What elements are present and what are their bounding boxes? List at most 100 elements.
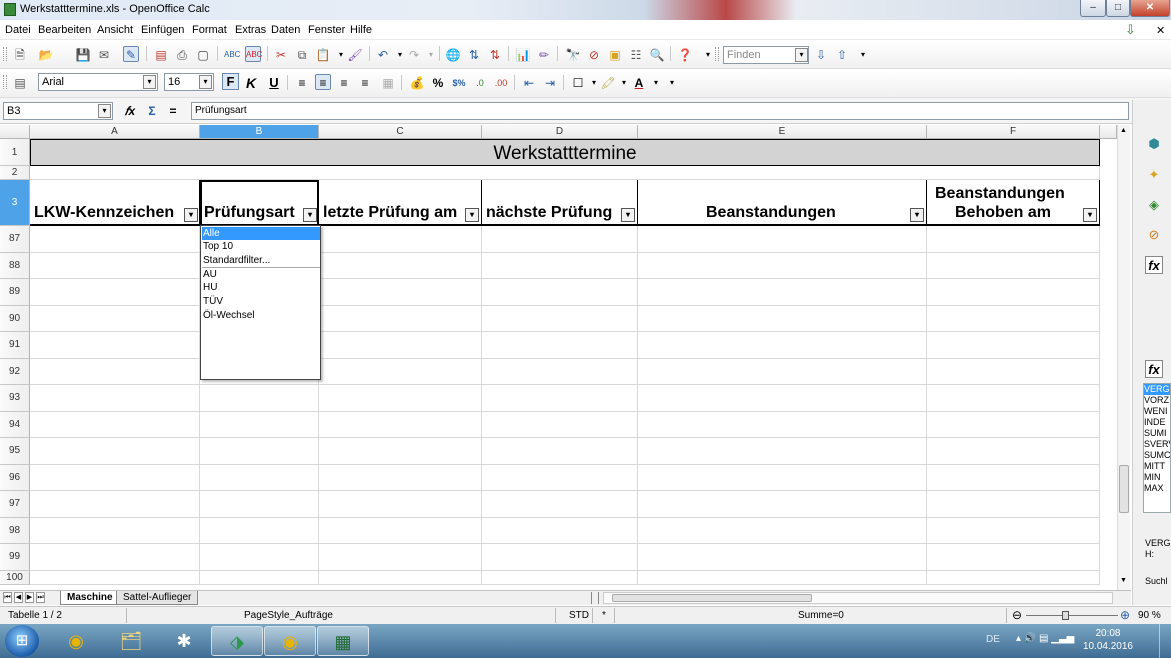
show-desktop-button[interactable] — [1159, 624, 1171, 658]
grid-cell[interactable] — [638, 491, 927, 518]
sheet-tab-maschine[interactable]: Maschine — [60, 591, 120, 605]
column-header-b[interactable]: B — [200, 125, 319, 139]
grid-cell[interactable] — [200, 517, 319, 544]
grid-cell[interactable] — [200, 491, 319, 518]
zoom-slider-track[interactable] — [1026, 615, 1118, 616]
underline-button[interactable]: U — [266, 75, 282, 91]
function-item[interactable]: INDE — [1144, 417, 1170, 428]
menu-einfuegen[interactable]: Einfügen — [141, 24, 184, 36]
toolbar-grip[interactable] — [3, 47, 7, 61]
bold-button[interactable]: F — [222, 73, 239, 90]
save-icon[interactable]: 💾 — [75, 47, 91, 63]
grid-cell[interactable] — [319, 305, 482, 332]
grid-cell[interactable] — [927, 305, 1100, 332]
taskbar-chrome-icon[interactable]: ◉ — [50, 626, 102, 656]
grid-cell[interactable] — [927, 332, 1100, 359]
font-size-combo[interactable]: 16 ▾ — [164, 73, 214, 91]
grid-cell[interactable] — [30, 305, 200, 332]
header-beanstandungen[interactable]: Beanstandungen ▾ — [638, 180, 927, 226]
name-box-dropdown-icon[interactable]: ▾ — [98, 104, 111, 118]
grid-cell[interactable] — [319, 332, 482, 359]
grid-cell[interactable] — [482, 252, 638, 279]
grid-cell[interactable] — [200, 385, 319, 412]
grid-cell[interactable] — [30, 491, 200, 518]
sheet-tab-sattel-auflieger[interactable]: Sattel-Auflieger — [116, 591, 199, 605]
menu-daten[interactable]: Daten — [271, 24, 300, 36]
grid-cell[interactable] — [638, 332, 927, 359]
grid-cell[interactable] — [638, 279, 927, 306]
font-name-dropdown-icon[interactable]: ▾ — [143, 75, 156, 89]
menu-extras[interactable]: Extras — [235, 24, 266, 36]
scroll-down-icon[interactable]: ▼ — [1120, 577, 1127, 584]
row-header-92[interactable]: 92 — [0, 358, 30, 385]
grid-cell[interactable] — [638, 226, 927, 253]
filter-option-standardfilter[interactable]: Standardfilter... — [202, 254, 320, 267]
function-item[interactable]: MIN — [1144, 472, 1170, 483]
row-header-88[interactable]: 88 — [0, 252, 30, 279]
grid-cell[interactable] — [30, 517, 200, 544]
navigator-icon[interactable]: ⊘ — [586, 47, 602, 63]
row-header-3[interactable]: 3 — [0, 180, 30, 226]
decrease-indent-icon[interactable]: ⇤ — [521, 75, 537, 91]
font-size-dropdown-icon[interactable]: ▾ — [199, 75, 212, 89]
paste-icon[interactable]: 📋 — [315, 47, 331, 63]
tray-icons[interactable]: ▴ 🔊 ▤ ▁▃▅ — [1016, 633, 1074, 644]
grid-cell[interactable] — [482, 411, 638, 438]
zoom-level[interactable]: 90 % — [1138, 610, 1161, 621]
grid-cell[interactable] — [30, 385, 200, 412]
new-document-icon[interactable]: 🗎 — [12, 47, 28, 63]
function-item[interactable]: VERG — [1144, 384, 1170, 395]
previous-sheet-icon[interactable]: ◀ — [14, 592, 23, 603]
function-item[interactable]: MAX — [1144, 483, 1170, 494]
grid-cell[interactable] — [319, 279, 482, 306]
properties-deck-icon[interactable]: ⬢ — [1145, 135, 1163, 153]
filter-option-au[interactable]: AU — [202, 268, 320, 281]
grid-cell[interactable] — [638, 411, 927, 438]
function-list[interactable]: VERG VORZ WENI INDE SUMI SVERV SUMC MITT… — [1143, 383, 1171, 513]
selection-mode[interactable]: STD — [569, 610, 589, 621]
help-icon[interactable]: ❓ — [677, 47, 693, 63]
taskbar-bluetooth-icon[interactable]: ✱ — [158, 626, 210, 656]
first-sheet-icon[interactable]: ⏮ — [3, 592, 12, 603]
select-all-corner[interactable] — [0, 125, 30, 139]
grid-cell[interactable] — [482, 358, 638, 385]
grid-cell[interactable] — [30, 358, 200, 385]
sum-icon[interactable]: Σ — [144, 103, 160, 119]
align-left-icon[interactable]: ≡ — [294, 75, 310, 91]
functions-deck-icon[interactable]: fx — [1145, 256, 1163, 274]
close-document-icon[interactable]: ✕ — [1156, 24, 1165, 37]
vertical-scroll-thumb[interactable] — [1119, 465, 1129, 513]
taskbar-explorer-icon[interactable]: 🗂 — [105, 626, 157, 656]
filter-option-oel-wechsel[interactable]: Öl-Wechsel — [202, 309, 320, 322]
styles-deck-icon[interactable]: ✦ — [1145, 166, 1163, 184]
page-preview-icon[interactable]: ▢ — [195, 47, 211, 63]
grid-cell[interactable] — [482, 438, 638, 465]
tab-splitter-handle[interactable] — [591, 592, 599, 604]
selection-sum[interactable]: Summe=0 — [798, 610, 844, 621]
find-next-icon[interactable]: ⇩ — [813, 47, 829, 63]
function-wizard-icon[interactable]: 𝑓x — [122, 103, 138, 119]
align-right-icon[interactable]: ≡ — [336, 75, 352, 91]
grid-cell[interactable] — [638, 464, 927, 491]
email-icon[interactable]: ✉ — [96, 47, 112, 63]
column-header-c[interactable]: C — [319, 125, 482, 139]
grid-cell[interactable] — [927, 226, 1100, 253]
language-indicator[interactable]: DE — [986, 634, 1000, 645]
styles-formatting-icon[interactable]: ▤ — [12, 75, 28, 91]
next-sheet-icon[interactable]: ▶ — [25, 592, 34, 603]
row-header-1[interactable]: 1 — [0, 139, 30, 166]
find-previous-icon[interactable]: ⇧ — [834, 47, 850, 63]
edit-file-icon[interactable]: ✎ — [123, 46, 139, 62]
grid-cell[interactable] — [30, 464, 200, 491]
grid-cell[interactable] — [319, 438, 482, 465]
header-naechste-pruefung[interactable]: nächste Prüfung ▾ — [482, 180, 638, 226]
row-header-93[interactable]: 93 — [0, 385, 30, 412]
sort-ascending-icon[interactable]: ⇅ — [466, 47, 482, 63]
grid-cell[interactable] — [482, 544, 638, 571]
menu-ansicht[interactable]: Ansicht — [97, 24, 133, 36]
grid-cell[interactable] — [927, 438, 1100, 465]
autofilter-button-a[interactable]: ▾ — [184, 208, 198, 222]
menu-datei[interactable]: Datei — [5, 24, 31, 36]
column-header-a[interactable]: A — [30, 125, 200, 139]
grid-cell[interactable] — [482, 226, 638, 253]
